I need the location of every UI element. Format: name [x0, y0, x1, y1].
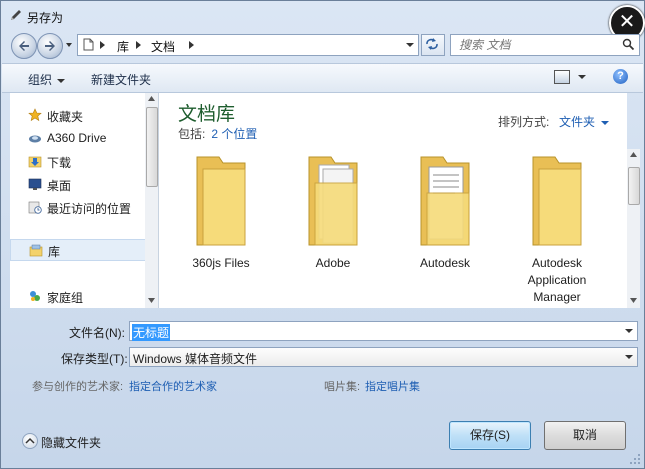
scroll-down-icon[interactable]: [148, 298, 155, 303]
search-input[interactable]: [457, 36, 611, 54]
library-includes: 包括: 2 个位置: [178, 125, 257, 142]
sidebar-item-label: 收藏夹: [47, 110, 84, 124]
save-as-dialog: 另存为 ✕ 库 文档 组织 新建文件夹 ?: [0, 0, 645, 469]
arrow-left-icon: [19, 41, 29, 51]
sidebar-item-desktop[interactable]: 桌面: [10, 174, 145, 194]
filename-dropdown-icon[interactable]: [625, 329, 633, 333]
view-mode-icon[interactable]: [554, 70, 570, 84]
sidebar-item-label: 家庭组: [47, 291, 84, 305]
organize-label: 组织: [28, 73, 53, 87]
folder-item[interactable]: Autodesk Application Manager: [507, 153, 607, 306]
scroll-down-icon[interactable]: [630, 298, 637, 303]
refresh-button[interactable]: [421, 34, 445, 56]
folder-item[interactable]: 360js Files: [171, 153, 271, 272]
star-icon: [28, 108, 42, 122]
arrange-by-value: 文件夹: [559, 115, 596, 129]
search-box[interactable]: [450, 34, 640, 56]
album-label: 唱片集:: [324, 381, 361, 393]
navigation-pane: 收藏夹 A360 Drive 下载 桌面 最近访问的位置 库 家庭组: [10, 93, 159, 308]
sidebar-item-label: 库: [48, 245, 61, 259]
folder-with-documents-icon: [308, 156, 358, 246]
folder-label: Adobe: [315, 256, 351, 270]
help-icon[interactable]: ?: [613, 69, 628, 84]
edit-pen-icon: [11, 10, 21, 20]
file-list-pane: 文档库 包括: 2 个位置 排列方式: 文件夹 360js Files Adobe: [159, 93, 627, 308]
filetype-value: Windows 媒体音频文件: [133, 352, 258, 366]
filetype-label: 保存类型(T):: [61, 352, 128, 366]
scroll-up-icon[interactable]: [148, 96, 155, 101]
cloud-drive-icon: [29, 135, 41, 143]
resize-grip-icon[interactable]: [629, 453, 641, 465]
filetype-dropdown-icon[interactable]: [625, 355, 633, 359]
folder-label: 360js Files: [192, 256, 250, 270]
breadcrumb-separator-icon: [189, 41, 194, 49]
breadcrumb-library[interactable]: 库: [117, 38, 129, 55]
window-title: 另存为: [27, 11, 64, 25]
folder-icon: [532, 156, 582, 246]
save-button[interactable]: 保存(S): [449, 421, 531, 450]
desktop-icon: [28, 178, 42, 190]
arrange-by-label: 排列方式:: [498, 115, 550, 129]
view-options-dropdown-icon[interactable]: [578, 75, 586, 79]
folder-with-documents-icon: [420, 156, 470, 246]
back-button[interactable]: [11, 33, 37, 59]
command-bar: 组织 新建文件夹 ?: [2, 63, 643, 93]
navigation-scrollbar[interactable]: [145, 93, 158, 308]
sidebar-item-homegroup[interactable]: 家庭组: [10, 286, 145, 306]
filename-value[interactable]: 无标题: [132, 324, 171, 341]
sidebar-item-favorites[interactable]: 收藏夹: [10, 105, 145, 125]
breadcrumb-separator-icon: [100, 41, 105, 49]
breadcrumb-separator-icon: [136, 41, 141, 49]
library-icon: [29, 244, 43, 257]
download-folder-icon: [28, 156, 42, 168]
chevron-up-icon: [22, 433, 38, 449]
recent-pages-dropdown-icon[interactable]: [65, 41, 73, 49]
locations-link[interactable]: 2 个位置: [211, 127, 257, 141]
sidebar-item-a360-drive[interactable]: A360 Drive: [10, 128, 145, 148]
breadcrumb-documents[interactable]: 文档: [151, 38, 175, 55]
sidebar-item-recent-places[interactable]: 最近访问的位置: [10, 197, 145, 217]
recent-places-icon: [28, 201, 42, 214]
sidebar-item-libraries[interactable]: 库: [10, 239, 147, 261]
forward-button[interactable]: [37, 33, 63, 59]
sidebar-item-label: 下载: [47, 156, 72, 170]
arrow-right-icon: [45, 41, 55, 51]
address-bar[interactable]: 库 文档: [77, 34, 419, 56]
folder-label: Autodesk: [419, 256, 471, 270]
scroll-up-icon[interactable]: [630, 152, 637, 157]
sidebar-item-downloads[interactable]: 下载: [10, 151, 145, 171]
sidebar-item-label: 桌面: [47, 179, 72, 193]
sidebar-item-label: 最近访问的位置: [47, 202, 132, 216]
folder-item[interactable]: Adobe: [283, 153, 383, 272]
filename-label: 文件名(N):: [69, 326, 125, 340]
album-link[interactable]: 指定唱片集: [365, 378, 420, 394]
folder-label: Autodesk Application Manager: [527, 256, 587, 304]
includes-label: 包括:: [178, 127, 206, 141]
file-list-scrollbar[interactable]: [627, 149, 640, 308]
organize-button[interactable]: 组织: [28, 71, 66, 88]
chevron-down-icon: [57, 78, 66, 83]
scrollbar-thumb[interactable]: [628, 167, 640, 205]
refresh-icon: [426, 38, 438, 50]
artist-link[interactable]: 指定合作的艺术家: [129, 378, 217, 394]
filetype-select[interactable]: Windows 媒体音频文件: [129, 347, 638, 367]
artist-label: 参与创作的艺术家:: [32, 381, 124, 393]
homegroup-icon: [30, 291, 40, 301]
search-icon[interactable]: [622, 38, 635, 51]
sidebar-item-label: A360 Drive: [47, 131, 107, 145]
folder-icon: [196, 156, 246, 246]
new-folder-button[interactable]: 新建文件夹: [91, 71, 151, 88]
documents-icon: [83, 38, 94, 51]
cancel-button[interactable]: 取消: [544, 421, 626, 450]
arrange-by-dropdown[interactable]: 文件夹: [559, 113, 610, 130]
address-dropdown-icon[interactable]: [406, 43, 414, 47]
chevron-down-icon: [601, 120, 610, 125]
title-bar: 另存为: [1, 1, 644, 31]
hide-folders-label: 隐藏文件夹: [41, 436, 102, 450]
filename-field[interactable]: 无标题: [129, 321, 638, 341]
folder-item[interactable]: Autodesk: [395, 153, 495, 272]
library-title: 文档库: [178, 104, 236, 125]
scrollbar-thumb[interactable]: [146, 107, 158, 187]
